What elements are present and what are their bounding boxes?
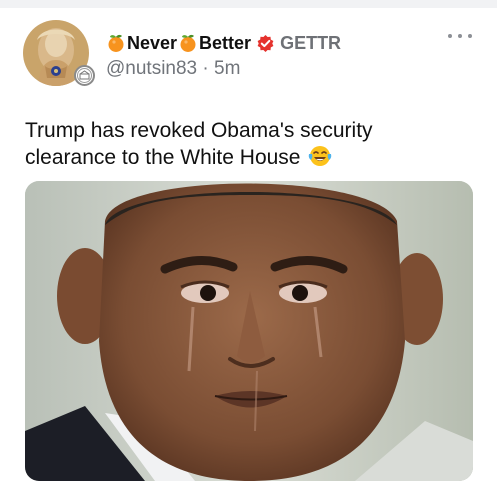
user-handle[interactable]: @nutsin83	[106, 58, 197, 79]
profile-badge-icon	[74, 65, 95, 86]
display-name-word-2: Better	[199, 32, 252, 53]
post-text: Trump has revoked Obama's security clear…	[25, 117, 465, 171]
display-name[interactable]: Never Better GETTR	[106, 31, 341, 55]
more-options-icon[interactable]	[448, 30, 472, 42]
platform-label: GETTR	[280, 32, 342, 53]
tangerine-icon	[178, 33, 198, 53]
tangerine-icon	[106, 33, 126, 53]
dot	[458, 34, 462, 38]
dot	[448, 34, 452, 38]
handle-and-time: @nutsin83 · 5m	[106, 58, 240, 80]
dot	[468, 34, 472, 38]
meta-separator: ·	[202, 58, 209, 79]
post-time[interactable]: 5m	[214, 58, 240, 79]
verified-badge-icon	[256, 34, 275, 53]
display-name-word-1: Never	[127, 32, 178, 53]
top-divider	[0, 0, 497, 8]
post-image[interactable]	[25, 181, 473, 481]
face-with-tears-of-joy-icon	[308, 145, 332, 167]
photo-portrait	[25, 181, 473, 481]
